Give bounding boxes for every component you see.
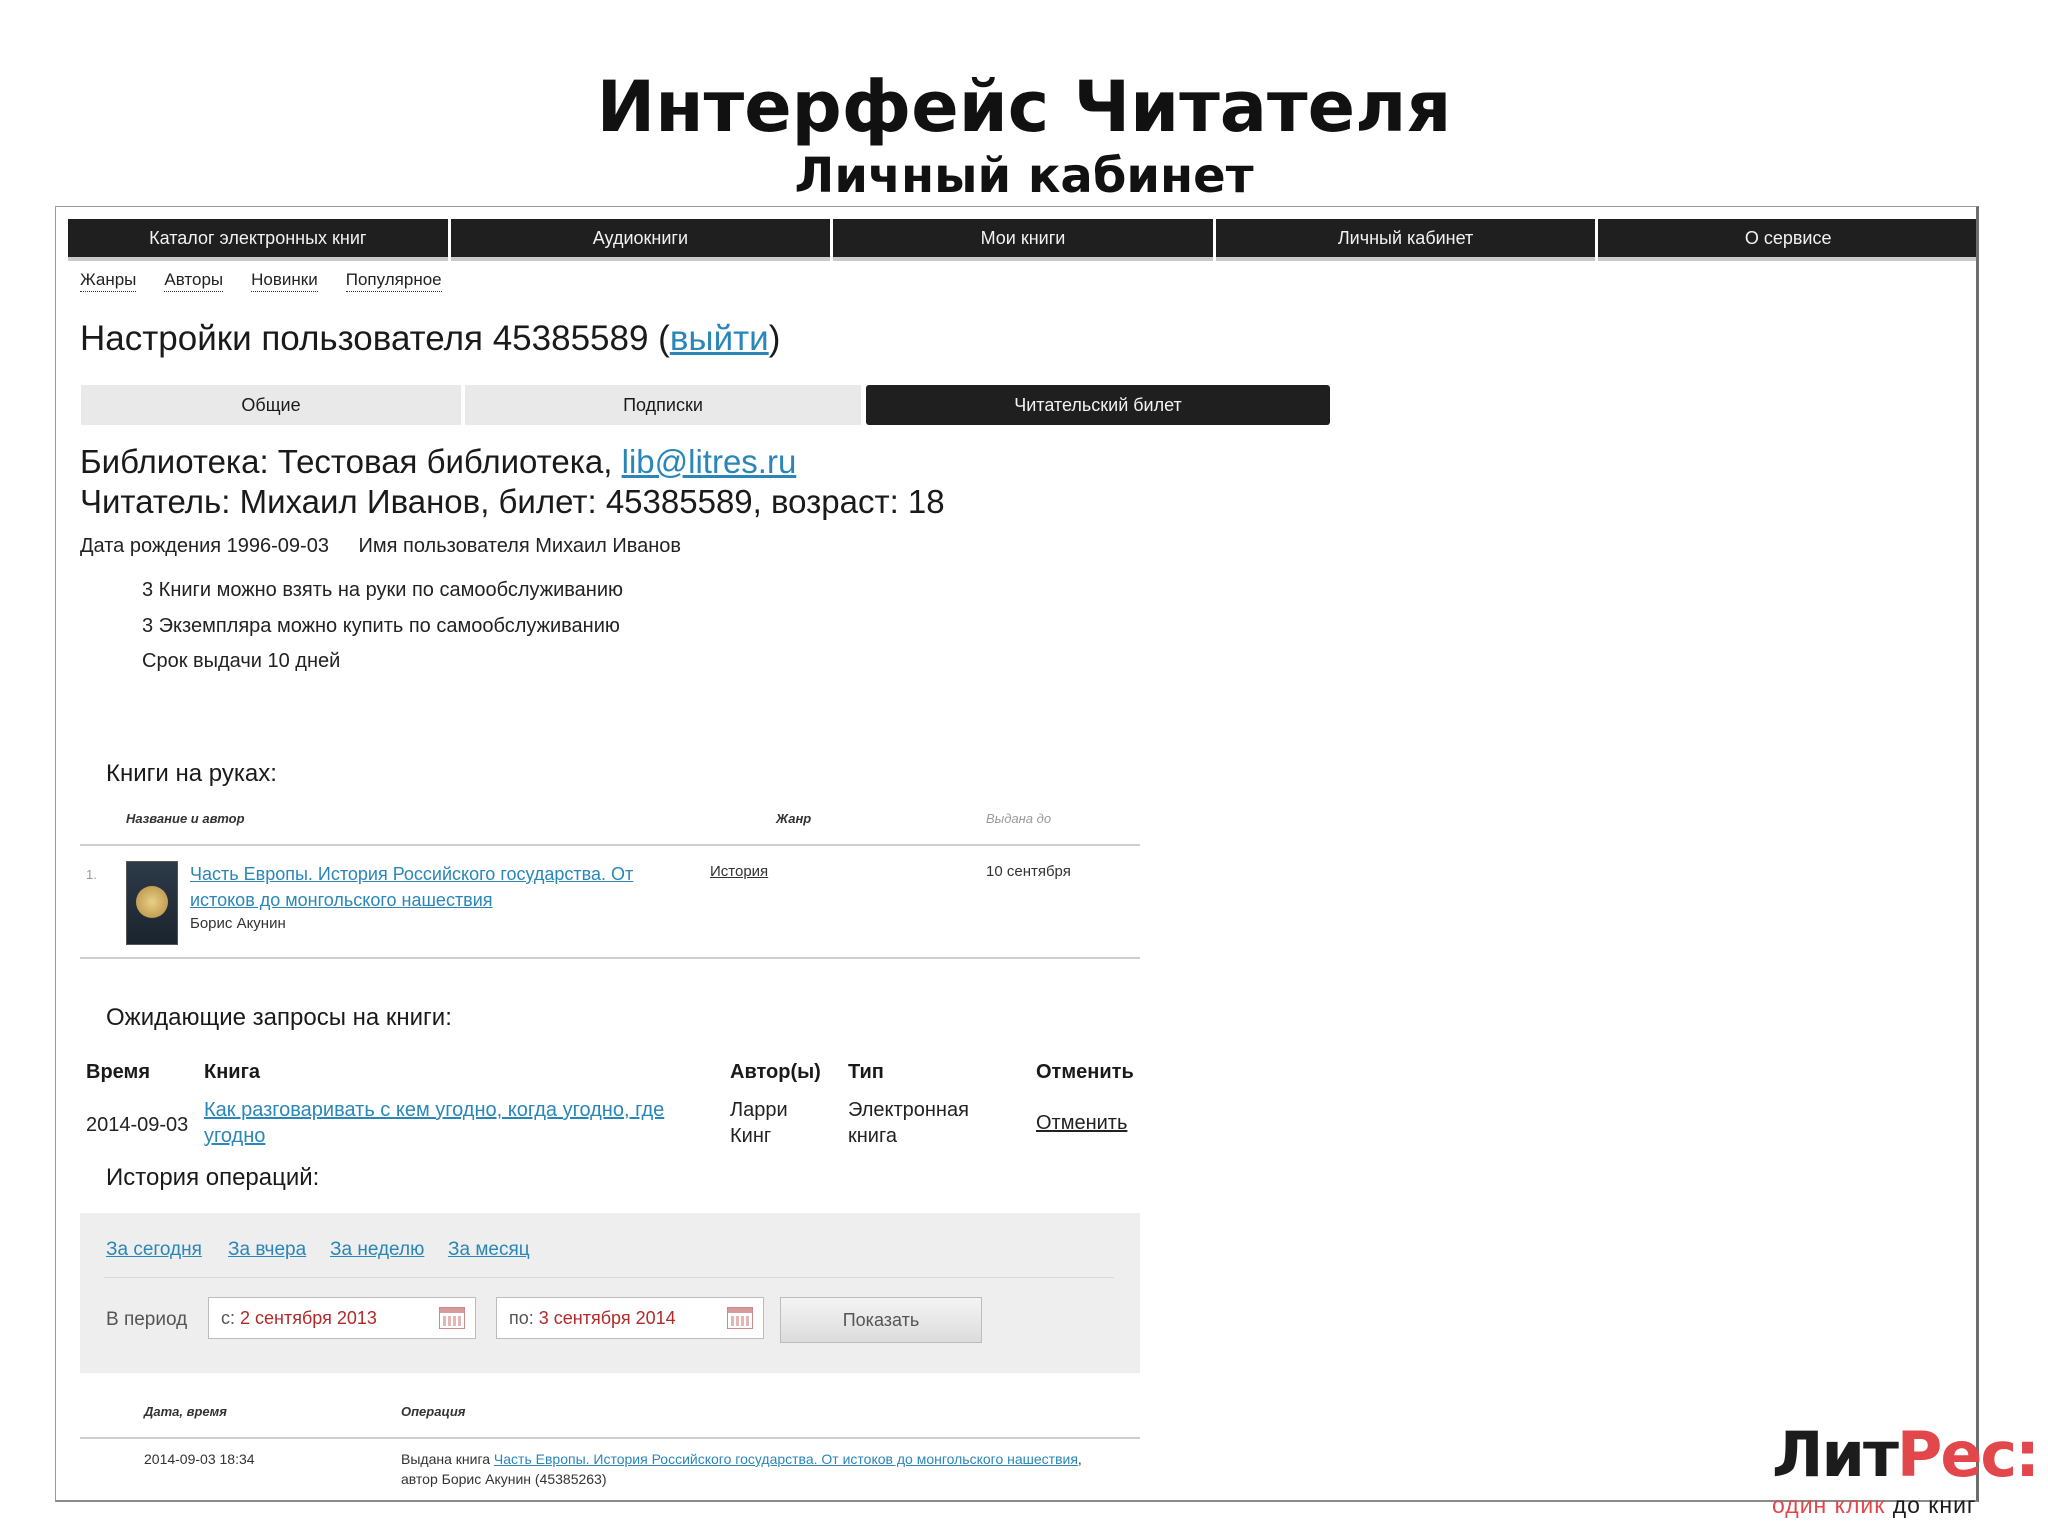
logo-tagline: один клик до книг [1772, 1492, 1977, 1518]
reader-details: Дата рождения 1996-09-03 Имя пользовател… [80, 535, 705, 558]
col-header-due: Выдана до [986, 811, 1052, 826]
op-description: Выдана книга Часть Европы. История Росси… [401, 1449, 1121, 1489]
rule-item: 3 Книги можно взять на руки по самообслу… [142, 579, 624, 601]
divider [80, 1501, 1140, 1502]
op-datetime: 2014-09-03 18:34 [144, 1451, 255, 1467]
period-label: В период [106, 1309, 188, 1330]
req-book-link-line2[interactable]: угодно [204, 1125, 265, 1147]
subnav-genres[interactable]: Жанры [80, 269, 137, 292]
cancel-request-link[interactable]: Отменить [1036, 1110, 1127, 1136]
book-due-date: 10 сентября [986, 863, 1071, 880]
rule-item: Срок выдачи 10 дней [142, 650, 341, 672]
top-navigation: Каталог электронных книг Аудиокниги Мои … [68, 219, 1976, 261]
pending-requests-title: Ожидающие запросы на книги: [106, 1004, 452, 1031]
date-to-field[interactable]: по: 3 сентября 2014 [496, 1297, 764, 1339]
col-header-genre: Жанр [776, 811, 812, 826]
col-header-name: Название и автор [126, 811, 245, 826]
nav-audiobooks[interactable]: Аудиокниги [450, 219, 831, 261]
birth-date: Дата рождения 1996-09-03 [80, 535, 329, 557]
divider [80, 1437, 1140, 1439]
date-from-value: 2 сентября 2013 [240, 1308, 377, 1328]
page-title: Настройки пользователя 45385589 (выйти) [80, 319, 780, 359]
panel-divider [104, 1277, 1114, 1278]
subnav-popular[interactable]: Популярное [345, 269, 442, 292]
date-from-field[interactable]: с: 2 сентября 2013 [208, 1297, 476, 1339]
req-type-line2: книга [848, 1125, 897, 1147]
book-cover-image[interactable] [126, 861, 178, 945]
nav-about[interactable]: О сервисе [1598, 219, 1976, 261]
logo-wordmark: ЛитРес: [1772, 1418, 2040, 1491]
row-index: 1. [86, 867, 97, 882]
req-header-time: Время [86, 1061, 150, 1083]
page-title-close: ) [768, 319, 781, 358]
req-header-authors: Автор(ы) [730, 1061, 821, 1083]
show-button[interactable]: Показать [780, 1297, 982, 1343]
book-title-line1[interactable]: Часть Европы. История Российского госуда… [190, 864, 633, 884]
browser-screenshot: Каталог электронных книг Аудиокниги Мои … [55, 206, 1979, 1502]
history-filter-panel: За сегодня За вчера За неделю За месяц В… [80, 1213, 1140, 1373]
litres-logo: ЛитРес: один клик до книг [1772, 1418, 2040, 1518]
nav-catalog[interactable]: Каталог электронных книг [68, 219, 448, 261]
logout-link[interactable]: выйти [670, 319, 769, 358]
date-to-value: 3 сентября 2014 [538, 1308, 676, 1328]
op-book-link[interactable]: Часть Европы. История Российского госуда… [494, 1451, 1078, 1467]
calendar-icon[interactable] [439, 1307, 465, 1329]
period-today-link[interactable]: За сегодня [106, 1239, 202, 1261]
books-on-hand-title: Книги на руках: [106, 760, 277, 787]
req-header-book: Книга [204, 1061, 261, 1083]
settings-tabs: Общие Подписки Читательский билет [81, 385, 1717, 425]
col-header-operation: Операция [401, 1404, 466, 1419]
period-yesterday-link[interactable]: За вчера [228, 1239, 306, 1261]
req-time: 2014-09-03 [86, 1114, 189, 1136]
rule-item: 3 Экземпляра можно купить по самообслужи… [142, 615, 620, 637]
req-type: Электронная книга [848, 1097, 969, 1149]
subnav-new[interactable]: Новинки [251, 269, 318, 292]
period-week-link[interactable]: За неделю [330, 1239, 424, 1261]
tab-general[interactable]: Общие [81, 385, 461, 425]
req-author-line1: Ларри [730, 1099, 788, 1121]
library-info: Библиотека: Тестовая библиотека, lib@lit… [80, 443, 796, 481]
book-title-link: Часть Европы. История Российского госуда… [190, 861, 633, 913]
divider [80, 844, 1140, 846]
library-email-link[interactable]: lib@litres.ru [622, 443, 797, 480]
slide-title: Интерфейс Читателя [596, 66, 1452, 148]
date-from-prefix: с: [221, 1308, 236, 1328]
subnav-authors[interactable]: Авторы [164, 269, 224, 292]
req-author-line2: Кинг [730, 1125, 772, 1147]
tab-subscriptions[interactable]: Подписки [465, 385, 861, 425]
library-name: Библиотека: Тестовая библиотека, [80, 443, 622, 480]
divider [80, 957, 1140, 959]
req-book: Как разговаривать с кем угодно, когда уг… [204, 1097, 664, 1149]
req-header-cancel: Отменить [1036, 1061, 1134, 1083]
username: Имя пользователя Михаил Иванов [358, 535, 682, 557]
nav-my-books[interactable]: Мои книги [833, 219, 1213, 261]
slide-subtitle: Личный кабинет [794, 148, 1254, 204]
req-author: Ларри Кинг [730, 1097, 788, 1149]
page-title-text: Настройки пользователя 45385589 ( [80, 319, 670, 358]
req-book-link-line1[interactable]: Как разговаривать с кем угодно, когда уг… [204, 1099, 664, 1121]
reader-info: Читатель: Михаил Иванов, билет: 45385589… [80, 483, 945, 520]
period-month-link[interactable]: За месяц [448, 1239, 530, 1261]
req-type-line1: Электронная [848, 1099, 969, 1121]
nav-personal-account[interactable]: Личный кабинет [1215, 219, 1596, 261]
book-title-line2[interactable]: истоков до монгольского нашествия [190, 890, 493, 910]
calendar-icon[interactable] [727, 1307, 753, 1329]
req-header-type: Тип [848, 1061, 884, 1083]
history-title: История операций: [106, 1164, 320, 1191]
tab-library-card[interactable]: Читательский билет [866, 385, 1330, 425]
op-prefix: Выдана книга [401, 1451, 494, 1467]
book-author: Борис Акунин [190, 915, 286, 932]
sub-navigation: Жанры Авторы Новинки Популярное [80, 269, 442, 292]
col-header-datetime: Дата, время [144, 1404, 227, 1419]
date-to-prefix: по: [509, 1308, 534, 1328]
book-genre-link[interactable]: История [710, 863, 768, 880]
